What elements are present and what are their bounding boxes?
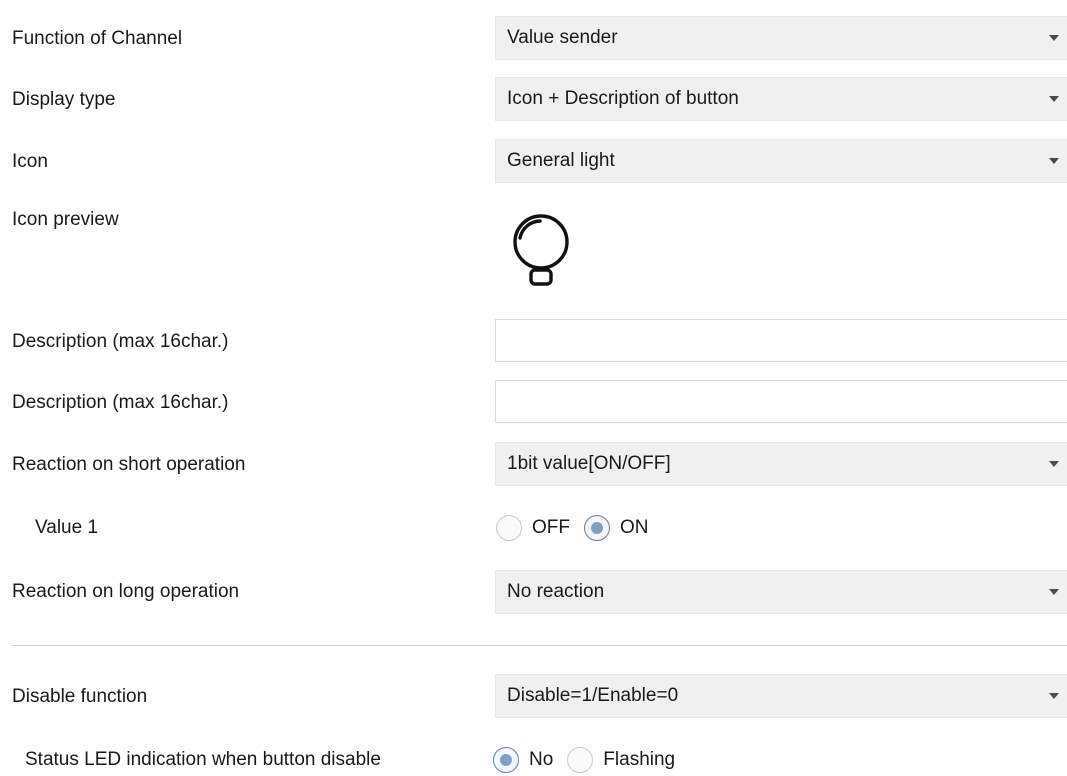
lightbulb-icon: [506, 212, 582, 296]
value-1-off-label: OFF: [532, 517, 570, 538]
value-1-on-label: ON: [620, 517, 649, 538]
value-1-label: Value 1: [35, 517, 99, 538]
chevron-down-icon: [1049, 589, 1059, 595]
status-led-radio-group: No Flashing: [493, 745, 689, 775]
radio-circle[interactable]: [496, 515, 522, 541]
value-1-radio-group: OFF ON: [496, 513, 663, 543]
icon-value: General light: [507, 150, 615, 171]
reaction-short-label: Reaction on short operation: [12, 454, 246, 475]
value-1-off-radio[interactable]: OFF: [496, 515, 570, 541]
disable-function-dropdown[interactable]: Disable=1/Enable=0: [495, 674, 1067, 718]
status-led-flashing-radio[interactable]: Flashing: [567, 747, 675, 773]
icon-preview-label: Icon preview: [12, 209, 119, 230]
display-type-dropdown[interactable]: Icon + Description of button: [495, 77, 1067, 121]
reaction-short-value: 1bit value[ON/OFF]: [507, 453, 671, 474]
chevron-down-icon: [1049, 158, 1059, 164]
status-led-label: Status LED indication when button disabl…: [25, 749, 381, 770]
icon-label: Icon: [12, 151, 48, 172]
section-divider: [12, 645, 1067, 646]
description-2-input[interactable]: [495, 380, 1067, 423]
disable-function-label: Disable function: [12, 686, 148, 707]
reaction-short-dropdown[interactable]: 1bit value[ON/OFF]: [495, 442, 1067, 486]
value-1-on-radio[interactable]: ON: [584, 515, 649, 541]
reaction-long-dropdown[interactable]: No reaction: [495, 570, 1067, 614]
status-led-no-label: No: [529, 749, 554, 770]
radio-circle-selected[interactable]: [584, 515, 610, 541]
chevron-down-icon: [1049, 693, 1059, 699]
icon-dropdown[interactable]: General light: [495, 139, 1067, 183]
chevron-down-icon: [1049, 96, 1059, 102]
display-type-label: Display type: [12, 89, 116, 110]
function-of-channel-value: Value sender: [507, 27, 618, 48]
description-1-label: Description (max 16char.): [12, 331, 229, 352]
function-of-channel-dropdown[interactable]: Value sender: [495, 16, 1067, 60]
status-led-no-radio[interactable]: No: [493, 747, 553, 773]
reaction-long-value: No reaction: [507, 581, 605, 602]
status-led-flashing-label: Flashing: [603, 749, 676, 770]
description-1-input[interactable]: [495, 319, 1067, 362]
display-type-value: Icon + Description of button: [507, 88, 739, 109]
chevron-down-icon: [1049, 461, 1059, 467]
function-of-channel-label: Function of Channel: [12, 28, 183, 49]
description-2-label: Description (max 16char.): [12, 392, 229, 413]
radio-circle-selected[interactable]: [493, 747, 519, 773]
reaction-long-label: Reaction on long operation: [12, 581, 240, 602]
radio-circle[interactable]: [567, 747, 594, 773]
disable-function-value: Disable=1/Enable=0: [507, 685, 679, 706]
chevron-down-icon: [1049, 35, 1059, 41]
